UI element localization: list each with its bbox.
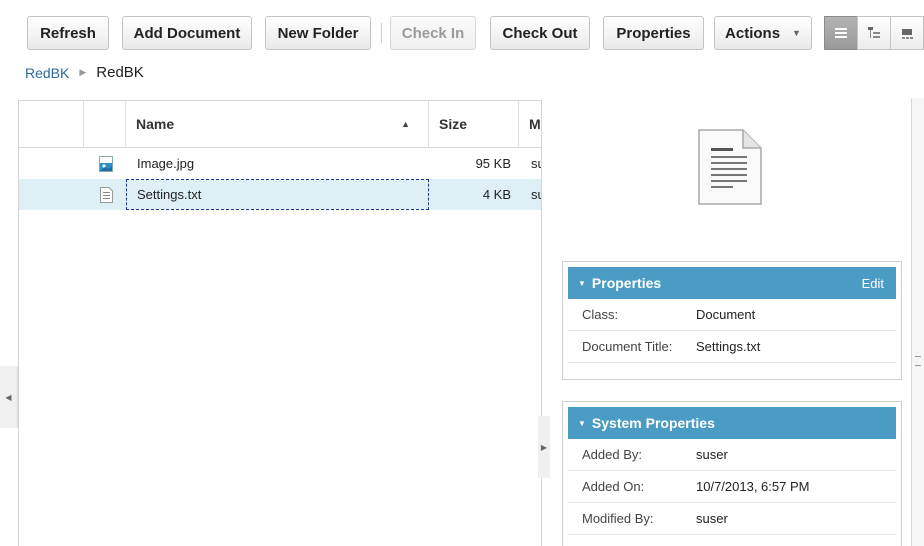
property-label: Class:: [582, 307, 619, 322]
property-row: Added On: 10/7/2013, 6:57 PM: [568, 471, 896, 503]
property-value: 10/7/2013, 6:57 PM: [696, 479, 810, 494]
column-header-size[interactable]: Size: [429, 101, 519, 147]
actions-label: Actions: [725, 24, 781, 42]
image-file-icon: [94, 148, 118, 179]
property-row: Modified By: suser: [568, 503, 896, 535]
grid-header: Name ▲ Size M: [19, 101, 541, 148]
table-row[interactable]: Image.jpg 95 KB su: [19, 148, 541, 179]
property-label: Added By:: [582, 447, 642, 462]
check-in-button[interactable]: Check In: [390, 16, 476, 50]
breadcrumb: RedBK ▶ RedBK: [25, 64, 144, 81]
file-size: 4 KB: [482, 187, 511, 202]
file-modified-by: su: [531, 187, 541, 202]
details-view-icon: [835, 28, 847, 38]
toolbar-divider: [381, 23, 382, 43]
column-header-name[interactable]: Name ▲: [126, 101, 429, 147]
properties-button[interactable]: Properties: [603, 16, 704, 50]
add-document-button[interactable]: Add Document: [122, 16, 252, 50]
right-pane-collapse-handle[interactable]: ▶: [538, 416, 550, 478]
file-name: Image.jpg: [137, 156, 195, 171]
expand-toggle-icon: ▼: [578, 418, 586, 428]
property-label: Added On:: [582, 479, 645, 494]
filmstrip-view-button[interactable]: [890, 16, 924, 50]
actions-dropdown[interactable]: Actions ▼: [714, 16, 812, 50]
property-label: Modified By:: [582, 511, 654, 526]
collapse-right-icon: ▶: [540, 442, 548, 452]
system-properties-panel-header[interactable]: ▼ System Properties: [568, 407, 896, 439]
document-preview-icon: [697, 128, 763, 211]
collapse-left-icon: ◀: [5, 392, 12, 402]
system-properties-panel-title: System Properties: [591, 415, 715, 431]
properties-panel-header[interactable]: ▼ Properties Edit: [568, 267, 896, 299]
breadcrumb-separator-icon: ▶: [79, 67, 87, 77]
select-column-header[interactable]: [19, 101, 84, 147]
text-file-icon: [94, 179, 118, 210]
properties-panel-title: Properties: [591, 275, 662, 291]
tree-view-button[interactable]: [857, 16, 891, 50]
check-out-button[interactable]: Check Out: [490, 16, 590, 50]
breadcrumb-root-link[interactable]: RedBK: [25, 65, 69, 81]
property-value: suser: [696, 447, 728, 462]
property-row: Document Title: Settings.txt: [568, 331, 896, 363]
properties-panel: ▼ Properties Edit Class: Document Docume…: [562, 261, 902, 380]
file-name: Settings.txt: [137, 187, 202, 202]
left-pane-collapse-handle[interactable]: ◀: [0, 366, 18, 428]
edit-properties-link[interactable]: Edit: [862, 276, 884, 291]
details-view-button[interactable]: [824, 16, 858, 50]
system-properties-panel: ▼ System Properties Added By: suser Adde…: [562, 401, 902, 546]
view-switcher: [824, 16, 924, 50]
new-folder-button[interactable]: New Folder: [265, 16, 371, 50]
filmstrip-view-icon: [902, 29, 913, 39]
chevron-down-icon: ▼: [792, 28, 801, 38]
table-row[interactable]: Settings.txt 4 KB su: [19, 179, 541, 210]
breadcrumb-current: RedBK: [96, 64, 144, 81]
property-row: Added By: suser: [568, 439, 896, 471]
property-value: suser: [696, 511, 728, 526]
file-size: 95 KB: [475, 156, 511, 171]
icon-column-header[interactable]: [84, 101, 126, 147]
content-list-grid: Name ▲ Size M Image.jpg 95 KB su: [18, 100, 542, 546]
tree-view-icon: [868, 27, 880, 38]
scrollbar-grip-icon: [915, 356, 921, 366]
file-modified-by: su: [531, 156, 541, 171]
property-value: Document: [696, 307, 756, 322]
column-header-name-label: Name: [136, 116, 175, 132]
refresh-button[interactable]: Refresh: [27, 16, 109, 50]
details-pane-scrollbar[interactable]: [911, 98, 924, 546]
property-value: Settings.txt: [696, 339, 761, 354]
column-header-modified-label: M: [529, 116, 541, 132]
sort-ascending-icon: ▲: [401, 119, 410, 129]
property-label: Document Title:: [582, 339, 673, 354]
column-header-size-label: Size: [439, 116, 468, 132]
column-header-modified[interactable]: M: [519, 101, 541, 147]
expand-toggle-icon: ▼: [578, 278, 586, 288]
property-row: Class: Document: [568, 299, 896, 331]
